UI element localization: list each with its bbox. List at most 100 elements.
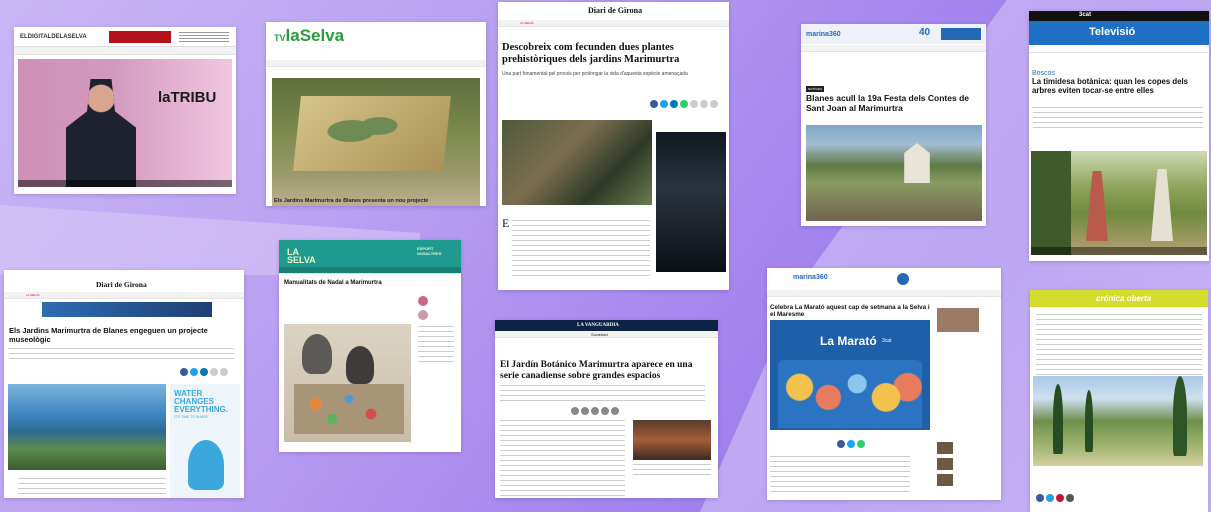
article-body	[512, 220, 650, 280]
video-controls[interactable]	[1031, 247, 1207, 255]
site-logo: TVlaSelva	[274, 26, 344, 46]
site-nav[interactable]: Sociedad	[495, 331, 718, 338]
article-photo	[8, 384, 166, 470]
nav-active[interactable]: LA SELVA	[520, 21, 534, 25]
site-nav[interactable]	[14, 47, 236, 55]
site-nav[interactable]: LA SELVA	[498, 20, 729, 27]
ad-headline: WATER CHANGES EVERYTHING.	[174, 389, 228, 414]
site-logo: LA VANGUARDIA	[577, 323, 619, 328]
article-photo	[502, 120, 652, 205]
body-initial: E	[502, 216, 510, 230]
site-header: crónica oberta	[1030, 290, 1208, 307]
video-player[interactable]: laTRIBU	[18, 59, 232, 187]
site-logo: crónica oberta	[1096, 294, 1152, 303]
radio-logo	[897, 273, 909, 285]
child-2	[346, 346, 374, 384]
article-headline[interactable]: Els Jardins Marimurtra de Blanes engegue…	[9, 326, 241, 344]
tap-icon	[188, 440, 224, 490]
article-card-3cat-televisio[interactable]: 3cat Televisió Boscos La timidesa botàni…	[1029, 11, 1209, 261]
article-card-marina360-1[interactable]: marina360 40 NOTÍCIES Blanes acull la 19…	[801, 24, 986, 226]
share-buttons[interactable]	[180, 368, 228, 376]
site-header: LA VANGUARDIA	[495, 320, 718, 331]
side-ad[interactable]: WATER CHANGES EVERYTHING. IT'S TIME TO S…	[170, 384, 240, 498]
article-headline[interactable]: Descobreix com fecunden dues plantes pre…	[502, 42, 724, 66]
article-headline[interactable]: El Jardín Botánico Marimurtra aparece en…	[500, 360, 705, 382]
site-logo: LA SELVA	[287, 247, 316, 266]
site-nav[interactable]	[767, 290, 1001, 297]
section-title: Televisió	[1089, 26, 1136, 38]
site-nav[interactable]: LA SELVA	[4, 292, 244, 299]
site-header: LA SELVA ESPORT NOSALTRES	[279, 240, 461, 267]
section-header: Televisió	[1029, 21, 1209, 45]
cypress-3	[1173, 376, 1187, 456]
share-buttons[interactable]	[571, 407, 619, 415]
article-card-cronicaoberta[interactable]: crónica oberta	[1030, 290, 1208, 512]
article-body	[500, 420, 625, 498]
article-headline[interactable]: Blanes acull la 19a Festa dels Contes de…	[806, 93, 984, 114]
site-logo: marina360	[806, 31, 841, 38]
article-card-tvlaselva[interactable]: TVlaSelva Els Jardins Marimurtra de Blan…	[266, 22, 486, 206]
article-headline[interactable]: Manualitats de Nadal a Marimurtra	[284, 280, 416, 287]
sidebar-thumbs	[937, 308, 997, 498]
header-ad-2	[179, 32, 229, 42]
header-badge: ESPORT NOSALTRES	[417, 246, 442, 257]
article-card-lavanguardia[interactable]: LA VANGUARDIA Sociedad El Jardín Botánic…	[495, 320, 718, 498]
article-card-laselva[interactable]: LA SELVA ESPORT NOSALTRES Manualitats de…	[279, 240, 461, 452]
pavilion	[904, 143, 930, 183]
header-ad	[109, 31, 171, 43]
article-photo	[272, 78, 480, 206]
side-caption	[633, 464, 711, 478]
radio-banner	[941, 28, 981, 40]
nav-section[interactable]: Sociedad	[591, 332, 608, 337]
share-buttons[interactable]	[837, 440, 865, 448]
craft-table	[294, 384, 404, 434]
person-left	[1086, 171, 1108, 241]
article-photo	[1033, 376, 1203, 466]
video-controls[interactable]	[18, 180, 232, 187]
article-body	[770, 456, 910, 496]
article-card-marina360-2[interactable]: marina360 Celebra La Marató aquest cap d…	[767, 268, 1001, 500]
section-tag: NOTÍCIES	[806, 86, 825, 92]
child-1	[302, 334, 332, 374]
site-header: ELDIGITALDELASELVA	[14, 27, 236, 47]
cypress-1	[1053, 384, 1063, 454]
marato-logo: La Marató	[820, 334, 877, 348]
article-card-eldigital[interactable]: ELDIGITALDELASELVA laTRIBU	[14, 27, 236, 194]
top-banner-ad	[42, 302, 212, 317]
logo-tv: TV	[274, 33, 286, 43]
illustration	[778, 360, 922, 428]
top-bar: 3cat	[1029, 11, 1209, 21]
logo-name: laSelva	[285, 26, 345, 45]
article-headline[interactable]: La timidesa botànica: quan les copes del…	[1032, 77, 1208, 96]
article-subhead	[9, 348, 234, 359]
site-nav[interactable]	[266, 60, 486, 67]
video-player[interactable]	[1031, 151, 1207, 255]
article-caption[interactable]: Els Jardins Marimurtra de Blanes present…	[274, 198, 474, 205]
site-header: marina360 40	[801, 24, 986, 44]
article-photo: La Marató 3cat	[770, 320, 930, 430]
article-card-diaridegirona-2[interactable]: Diari de Girona LA SELVA Els Jardins Mar…	[4, 270, 244, 498]
site-logo: Diari de Girona	[588, 6, 643, 15]
site-logo: marina360	[793, 274, 828, 281]
article-photo	[806, 125, 982, 221]
nav-active[interactable]: LA SELVA	[26, 293, 40, 297]
sidebar	[418, 296, 458, 446]
site-nav[interactable]	[1029, 46, 1209, 53]
site-logo: Diari de Girona	[96, 280, 147, 289]
site-logo: ELDIGITALDELASELVA	[20, 34, 87, 40]
ad-tagline: IT'S TIME TO SHARE	[174, 415, 209, 419]
article-photo	[284, 324, 411, 442]
article-summary	[1033, 107, 1203, 131]
presenter	[66, 79, 136, 187]
site-nav[interactable]	[801, 45, 986, 52]
side-photo	[633, 420, 711, 460]
article-subhead: Una part fonamental pel procés per prolo…	[502, 71, 688, 77]
side-video[interactable]	[656, 132, 726, 272]
share-buttons[interactable]	[650, 100, 718, 108]
share-buttons[interactable]	[1036, 494, 1074, 502]
article-headline[interactable]: Celebra La Marató aquest cap de setmana …	[770, 304, 930, 318]
marato-channel: 3cat	[882, 338, 892, 344]
article-card-diaridegirona-1[interactable]: Diari de Girona LA SELVA Descobreix com …	[498, 2, 729, 290]
site-nav[interactable]	[279, 267, 461, 274]
person-right	[1151, 169, 1173, 241]
